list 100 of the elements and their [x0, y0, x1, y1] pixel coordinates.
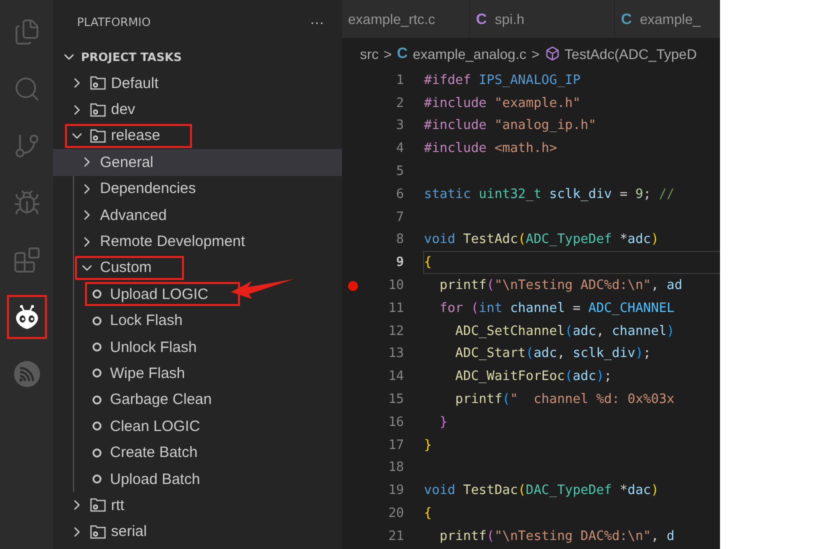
line-number: 18 [388, 460, 404, 476]
breakpoint-dot[interactable] [348, 280, 358, 291]
code-line: ADC_Start(adc, sclk_div); [454, 346, 651, 362]
code-line: } [438, 414, 448, 430]
code-line: } [424, 438, 432, 453]
code-line: for (int channel = ADC_CHANNEL [438, 300, 674, 316]
branch-icon [12, 132, 40, 160]
line-number: 11 [388, 300, 404, 316]
panel-title: PLATFORMIO [77, 15, 151, 29]
circle-icon [92, 342, 102, 352]
code-line: printf("\nTesting DAC%d:\n", d [438, 528, 674, 544]
c-file-icon: C [476, 10, 487, 28]
line-number: 16 [388, 414, 404, 430]
breadcrumb-separator: > [531, 46, 540, 62]
breadcrumb-file[interactable]: example_analog.c [412, 46, 526, 62]
folder-gear-icon [90, 128, 106, 143]
more-actions-button[interactable]: ··· [310, 14, 324, 30]
line-number: 4 [396, 141, 404, 156]
line-number: 7 [396, 210, 404, 225]
tree-item[interactable]: release [53, 122, 342, 150]
tree-item[interactable]: Clean LOGIC [53, 413, 342, 440]
line-number: 10 [388, 278, 404, 294]
tree-item[interactable]: General [53, 149, 342, 176]
line-number: 12 [388, 324, 404, 339]
code-line: printf(" channel %d: 0x%03x [454, 392, 674, 408]
tree-item-label: Garbage Clean [110, 391, 212, 408]
line-number: 9 [396, 255, 404, 270]
editor-tab[interactable]: C spi.h [470, 0, 615, 38]
code-line: { [424, 255, 432, 270]
line-number: 21 [388, 528, 404, 544]
code-line: void TestAdc(ADC_TypeDef *adc) [424, 232, 659, 248]
code-line: { [424, 506, 432, 522]
line-number: 1 [396, 72, 404, 88]
line-number: 2 [396, 96, 404, 111]
folder-gear-icon [90, 102, 106, 117]
circle-icon [92, 421, 102, 432]
tree-item[interactable]: Create Batch [53, 439, 342, 466]
editor-tab[interactable]: C example_ [615, 0, 720, 38]
breadcrumb-symbol[interactable]: TestAdc(ADC_TypeD [564, 46, 697, 62]
line-number: 6 [396, 186, 404, 202]
tree-item[interactable]: Wipe Flash [53, 360, 342, 387]
tree-item-label: Dependencies [100, 180, 196, 198]
circle-icon [92, 316, 102, 326]
line-number: 8 [396, 232, 404, 248]
line-number: 17 [388, 438, 404, 453]
folder-gear-icon [90, 76, 106, 90]
c-file-icon: C [621, 10, 632, 28]
line-number: 14 [388, 369, 404, 384]
files-icon [12, 18, 40, 46]
tree-item-label: dev [111, 101, 136, 118]
section-header[interactable]: PROJECT TASKS [53, 44, 342, 70]
code-line: #include "example.h" [424, 96, 581, 111]
signal-waves-icon [12, 360, 40, 388]
tree-item-label: release [111, 127, 160, 144]
line-number: 20 [388, 506, 404, 522]
tree-item-label: Clean LOGIC [110, 418, 200, 435]
code-line: ADC_SetChannel(adc, channel) [454, 324, 674, 339]
c-file-icon: C [396, 45, 408, 62]
folder-gear-icon [90, 524, 106, 539]
tree-item[interactable]: Dependencies [53, 176, 342, 202]
tree-item-label: Wipe Flash [110, 364, 186, 382]
tree-item[interactable]: Lock Flash [53, 308, 342, 334]
tree-item[interactable]: serial [53, 518, 342, 546]
code-line: void TestDac(DAC_TypeDef *dac) [424, 483, 659, 498]
line-number: 13 [388, 346, 404, 362]
editor-tab[interactable]: example_rtc.c [342, 0, 470, 38]
tree-item[interactable]: Garbage Clean [53, 386, 342, 414]
tree-item-label: rtt [111, 496, 124, 514]
platformio-button[interactable] [6, 295, 46, 339]
tree-item-label: Create Batch [110, 444, 198, 462]
breadcrumb-folder[interactable]: src [360, 46, 379, 62]
circle-icon [92, 289, 102, 300]
tree-item-label: Custom [100, 259, 152, 276]
tree-item[interactable]: Remote Development [53, 228, 342, 255]
annotation-arrow [230, 278, 296, 300]
code-line: static uint32_t sclk_div = 9; // [424, 186, 674, 202]
circle-icon [92, 474, 102, 484]
blocks-icon [12, 246, 40, 274]
tree-item[interactable]: dev [53, 96, 342, 123]
cube-icon [544, 46, 560, 61]
tree-item[interactable]: Custom [53, 254, 342, 282]
tree-item[interactable]: Upload LOGIC [53, 281, 342, 308]
breadcrumb-separator: > [384, 46, 392, 62]
line-number: 3 [396, 118, 404, 134]
tree-item[interactable]: rtt [53, 492, 342, 519]
tree-item-label: Lock Flash [110, 312, 183, 330]
tree-item[interactable]: Default [53, 70, 342, 96]
tree-item-label: Default [111, 74, 159, 92]
tree-item-label: General [100, 154, 154, 171]
tree-item[interactable]: Unlock Flash [53, 334, 342, 360]
tree-item[interactable]: Upload Batch [53, 466, 342, 492]
tree-item-label: Advanced [100, 206, 167, 224]
line-number: 15 [388, 392, 404, 408]
tree-item[interactable]: Advanced [53, 202, 342, 228]
tree-item-label: Upload LOGIC [110, 286, 208, 303]
circle-icon [92, 368, 102, 378]
line-number: 5 [396, 164, 404, 180]
code-line: printf("\nTesting ADC%d:\n", ad [438, 278, 682, 294]
tree-item-label: Remote Development [100, 233, 246, 250]
code-line: ADC_WaitForEoc(adc); [454, 369, 612, 384]
